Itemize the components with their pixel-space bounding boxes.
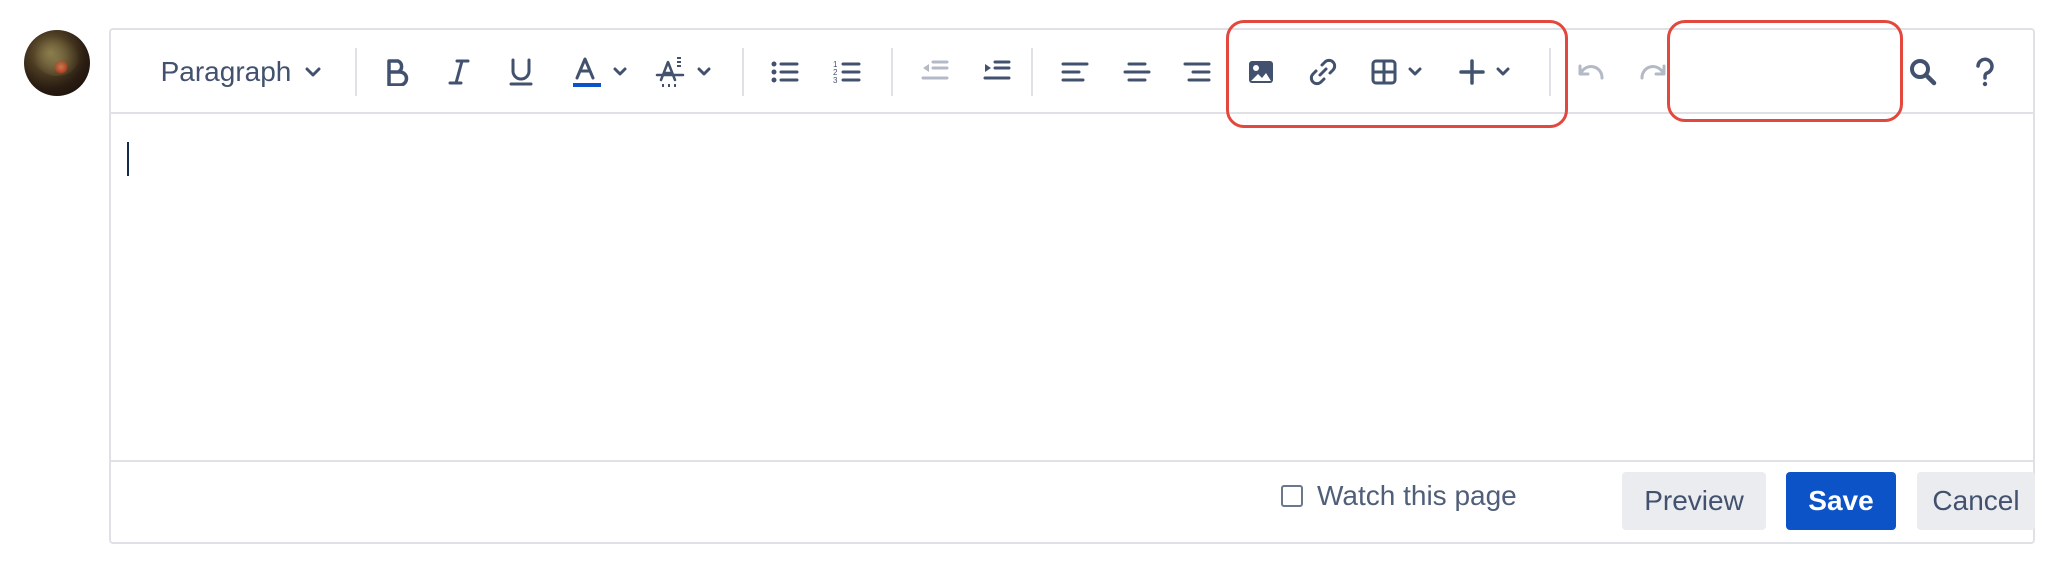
italic-icon — [448, 59, 470, 85]
chevron-down-icon — [1496, 67, 1510, 76]
align-center-button[interactable] — [1113, 50, 1161, 94]
chevron-down-icon — [613, 67, 627, 76]
chevron-down-icon — [305, 67, 321, 77]
search-icon — [1910, 59, 1937, 86]
clear-formatting-button[interactable] — [651, 50, 715, 94]
align-right-icon — [1183, 62, 1211, 82]
text-color-icon — [573, 57, 601, 87]
help-icon — [1976, 57, 1994, 87]
align-center-icon — [1123, 62, 1151, 82]
search-button[interactable] — [1899, 50, 1947, 94]
numbered-list-button[interactable]: 123 — [823, 50, 871, 94]
cancel-button[interactable]: Cancel — [1917, 472, 2035, 530]
toolbar-divider — [891, 48, 893, 96]
svg-text:3: 3 — [833, 76, 838, 85]
undo-icon — [1578, 64, 1604, 80]
insert-table-button[interactable] — [1363, 50, 1429, 94]
toolbar-divider — [742, 48, 744, 96]
comment-editor: Paragraph 123 Watch this page Preview Sa… — [109, 28, 2035, 544]
bold-icon — [387, 59, 409, 86]
insert-more-button[interactable] — [1451, 50, 1517, 94]
undo-button[interactable] — [1567, 50, 1615, 94]
chevron-down-icon — [697, 67, 711, 76]
redo-button[interactable] — [1629, 50, 1677, 94]
align-right-button[interactable] — [1173, 50, 1221, 94]
insert-plus-icon — [1459, 59, 1485, 85]
watch-page-label: Watch this page — [1317, 480, 1517, 511]
paragraph-style-dropdown[interactable]: Paragraph — [141, 50, 341, 94]
editor-footer: Watch this page Preview Save Cancel — [111, 460, 2035, 542]
help-button[interactable] — [1961, 50, 2009, 94]
underline-icon — [509, 58, 533, 86]
link-icon — [1309, 58, 1337, 86]
numbered-list-icon: 123 — [833, 60, 861, 85]
outdent-button[interactable] — [911, 50, 959, 94]
paragraph-style-label: Paragraph — [160, 56, 292, 87]
toolbar-divider — [1549, 48, 1551, 96]
indent-icon — [983, 60, 1011, 80]
user-avatar — [24, 30, 90, 96]
toolbar-divider — [355, 48, 357, 96]
outdent-icon — [921, 60, 949, 80]
chevron-down-icon — [1408, 67, 1422, 76]
insert-link-button[interactable] — [1299, 50, 1347, 94]
toolbar-divider — [1031, 48, 1033, 96]
image-icon — [1249, 61, 1273, 83]
italic-button[interactable] — [435, 50, 483, 94]
bold-button[interactable] — [373, 50, 421, 94]
underline-button[interactable] — [497, 50, 545, 94]
table-icon — [1371, 59, 1397, 85]
preview-button[interactable]: Preview — [1622, 472, 1766, 530]
bullet-list-icon — [771, 61, 799, 83]
editor-content-area[interactable] — [111, 114, 2033, 496]
watch-page-checkbox[interactable] — [1281, 485, 1303, 507]
align-left-icon — [1061, 62, 1089, 82]
save-button[interactable]: Save — [1786, 472, 1896, 530]
insert-image-button[interactable] — [1237, 50, 1285, 94]
align-left-button[interactable] — [1051, 50, 1099, 94]
indent-button[interactable] — [973, 50, 1021, 94]
editor-toolbar: Paragraph 123 — [111, 30, 2033, 114]
redo-icon — [1640, 64, 1666, 80]
watch-page-toggle[interactable]: Watch this page — [1281, 480, 1517, 512]
text-cursor — [127, 142, 129, 176]
text-color-button[interactable] — [567, 50, 631, 94]
bullet-list-button[interactable] — [761, 50, 809, 94]
clear-formatting-icon — [655, 57, 685, 87]
